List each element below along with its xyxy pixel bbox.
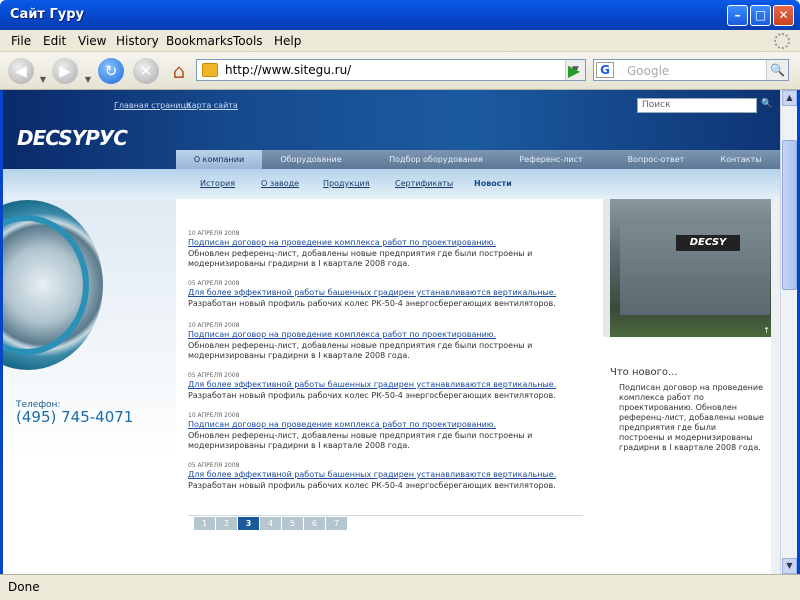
nav-reference[interactable]: Референс-лист xyxy=(496,150,606,169)
home-icon[interactable]: ⌂ xyxy=(166,58,192,84)
news-title-link[interactable]: Подписан договор на проведение комплекса… xyxy=(188,420,598,429)
search-box[interactable]: G Google 🔍 xyxy=(593,59,789,81)
address-bar[interactable]: http://www.sitegu.ru/ ▼ xyxy=(196,59,586,81)
page-link[interactable]: 1 xyxy=(194,517,215,530)
scroll-down-icon[interactable]: ▼ xyxy=(782,558,797,574)
nav-faq[interactable]: Вопрос-ответ xyxy=(606,150,706,169)
back-arrow-icon[interactable]: ◀ xyxy=(8,58,34,84)
window-title: Сайт Гуру xyxy=(10,7,85,22)
stop-icon[interactable]: ✕ xyxy=(133,58,159,84)
subnav-news[interactable]: Новости xyxy=(474,179,512,188)
page-link[interactable]: 4 xyxy=(260,517,281,530)
subnav-certificates[interactable]: Сертификаты xyxy=(395,179,453,188)
phone-number: (495) 745-4071 xyxy=(16,408,134,426)
scroll-thumb[interactable] xyxy=(782,140,797,290)
news-date: 05 АПРЕЛЯ 2008 xyxy=(188,462,240,469)
nav-equipment[interactable]: Оборудование xyxy=(268,150,354,169)
news-date: 10 АПРЕЛЯ 2008 xyxy=(188,230,240,237)
site-search-placeholder: Поиск xyxy=(642,100,671,110)
menu-view[interactable]: View xyxy=(78,34,106,48)
forward-dropdown-icon[interactable]: ▼ xyxy=(83,67,93,84)
page-link[interactable]: 7 xyxy=(326,517,347,530)
news-text: Обновлен референц-лист, добавлены новые … xyxy=(188,341,533,360)
news-title-link[interactable]: Для более эффективной работы башенных гр… xyxy=(188,288,598,297)
arrow-up-icon[interactable]: ↑ xyxy=(763,326,770,335)
news-text: Разработан новый профиль рабочих колес Р… xyxy=(188,299,556,308)
nav-about[interactable]: О компании xyxy=(176,150,262,169)
subnav-products[interactable]: Продукция xyxy=(323,179,370,188)
menu-bookmarks[interactable]: Bookmarks xyxy=(166,34,233,48)
page-link[interactable]: 5 xyxy=(282,517,303,530)
search-icon[interactable]: 🔍 xyxy=(766,60,788,80)
news-text: Обновлен референц-лист, добавлены новые … xyxy=(188,249,533,268)
close-button[interactable]: ✕ xyxy=(773,5,794,26)
news-date: 05 АПРЕЛЯ 2008 xyxy=(188,280,240,287)
news-date: 10 АПРЕЛЯ 2008 xyxy=(188,322,240,329)
throbber-icon xyxy=(774,33,790,49)
subnav-band xyxy=(3,169,780,199)
go-arrow-icon[interactable]: ▶ xyxy=(563,60,585,82)
right-column-bar xyxy=(771,199,780,574)
news-item: 05 АПРЕЛЯ 2008 Для более эффективной раб… xyxy=(188,280,598,309)
menu-help[interactable]: Help xyxy=(274,34,301,48)
news-item: 10 АПРЕЛЯ 2008 Подписан договор на прове… xyxy=(188,412,598,451)
news-item: 10 АПРЕЛЯ 2008 Подписан договор на прове… xyxy=(188,230,598,269)
whats-new-text: Подписан договор на проведение комплекса… xyxy=(619,383,764,452)
building-sign: DECSY xyxy=(676,235,740,251)
search-placeholder: Google xyxy=(627,64,670,78)
google-engine-icon[interactable]: G xyxy=(596,62,614,78)
news-title-link[interactable]: Подписан договор на проведение комплекса… xyxy=(188,238,598,247)
forward-arrow-icon[interactable]: ▶ xyxy=(52,58,78,84)
menu-bar: File Edit View History Bookmarks Tools H… xyxy=(0,30,800,52)
subnav-factory[interactable]: О заводе xyxy=(261,179,299,188)
minimize-button[interactable]: – xyxy=(727,5,748,26)
status-bar: Done xyxy=(0,574,800,600)
news-date: 10 АПРЕЛЯ 2008 xyxy=(188,412,240,419)
window-titlebar: Сайт Гуру – □ ✕ xyxy=(0,0,800,30)
page-link-current[interactable]: 3 xyxy=(238,517,259,530)
news-title-link[interactable]: Подписан договор на проведение комплекса… xyxy=(188,330,598,339)
news-text: Обновлен референц-лист, добавлены новые … xyxy=(188,431,533,450)
whats-new-title: Что нового... xyxy=(610,367,678,378)
status-text: Done xyxy=(8,580,40,594)
news-item: 05 АПРЕЛЯ 2008 Для более эффективной раб… xyxy=(188,372,598,401)
news-item: 05 АПРЕЛЯ 2008 Для более эффективной раб… xyxy=(188,462,598,491)
reload-icon[interactable]: ↻ xyxy=(98,58,124,84)
news-title-link[interactable]: Для более эффективной работы башенных гр… xyxy=(188,470,598,479)
maximize-button[interactable]: □ xyxy=(750,5,771,26)
news-date: 05 АПРЕЛЯ 2008 xyxy=(188,372,240,379)
menu-edit[interactable]: Edit xyxy=(43,34,66,48)
page-content: Главная страница Карта сайта Поиск 🔍 DEC… xyxy=(3,90,780,574)
site-search-icon[interactable]: 🔍 xyxy=(761,99,772,109)
pager-divider xyxy=(188,515,583,516)
factory-photo: DECSY ↑ xyxy=(610,199,780,337)
news-text: Разработан новый профиль рабочих колес Р… xyxy=(188,481,556,490)
url-text: http://www.sitegu.ru/ xyxy=(225,63,352,77)
news-text: Разработан новый профиль рабочих колес Р… xyxy=(188,391,556,400)
news-title-link[interactable]: Для более эффективной работы башенных гр… xyxy=(188,380,598,389)
scroll-up-icon[interactable]: ▲ xyxy=(782,90,797,106)
link-home[interactable]: Главная страница xyxy=(114,101,191,110)
news-item: 10 АПРЕЛЯ 2008 Подписан договор на прове… xyxy=(188,322,598,361)
menu-file[interactable]: File xyxy=(11,34,31,48)
back-dropdown-icon[interactable]: ▼ xyxy=(38,67,48,84)
nav-selection[interactable]: Подбор оборудования xyxy=(376,150,496,169)
vertical-scrollbar[interactable]: ▲ ▼ xyxy=(780,90,797,574)
photo-margin xyxy=(603,199,610,337)
page-link[interactable]: 2 xyxy=(216,517,237,530)
main-nav: О компании Оборудование Подбор оборудова… xyxy=(176,150,780,169)
subnav-history[interactable]: История xyxy=(200,179,235,188)
nav-contacts[interactable]: Контакты xyxy=(706,150,776,169)
site-logo[interactable]: DECSYPУC xyxy=(17,126,128,150)
site-favicon-icon xyxy=(202,63,218,77)
site-search-input[interactable]: Поиск xyxy=(637,98,757,113)
menu-history[interactable]: History xyxy=(116,34,159,48)
link-sitemap[interactable]: Карта сайта xyxy=(186,101,238,110)
menu-tools[interactable]: Tools xyxy=(233,34,263,48)
page-link[interactable]: 6 xyxy=(304,517,325,530)
